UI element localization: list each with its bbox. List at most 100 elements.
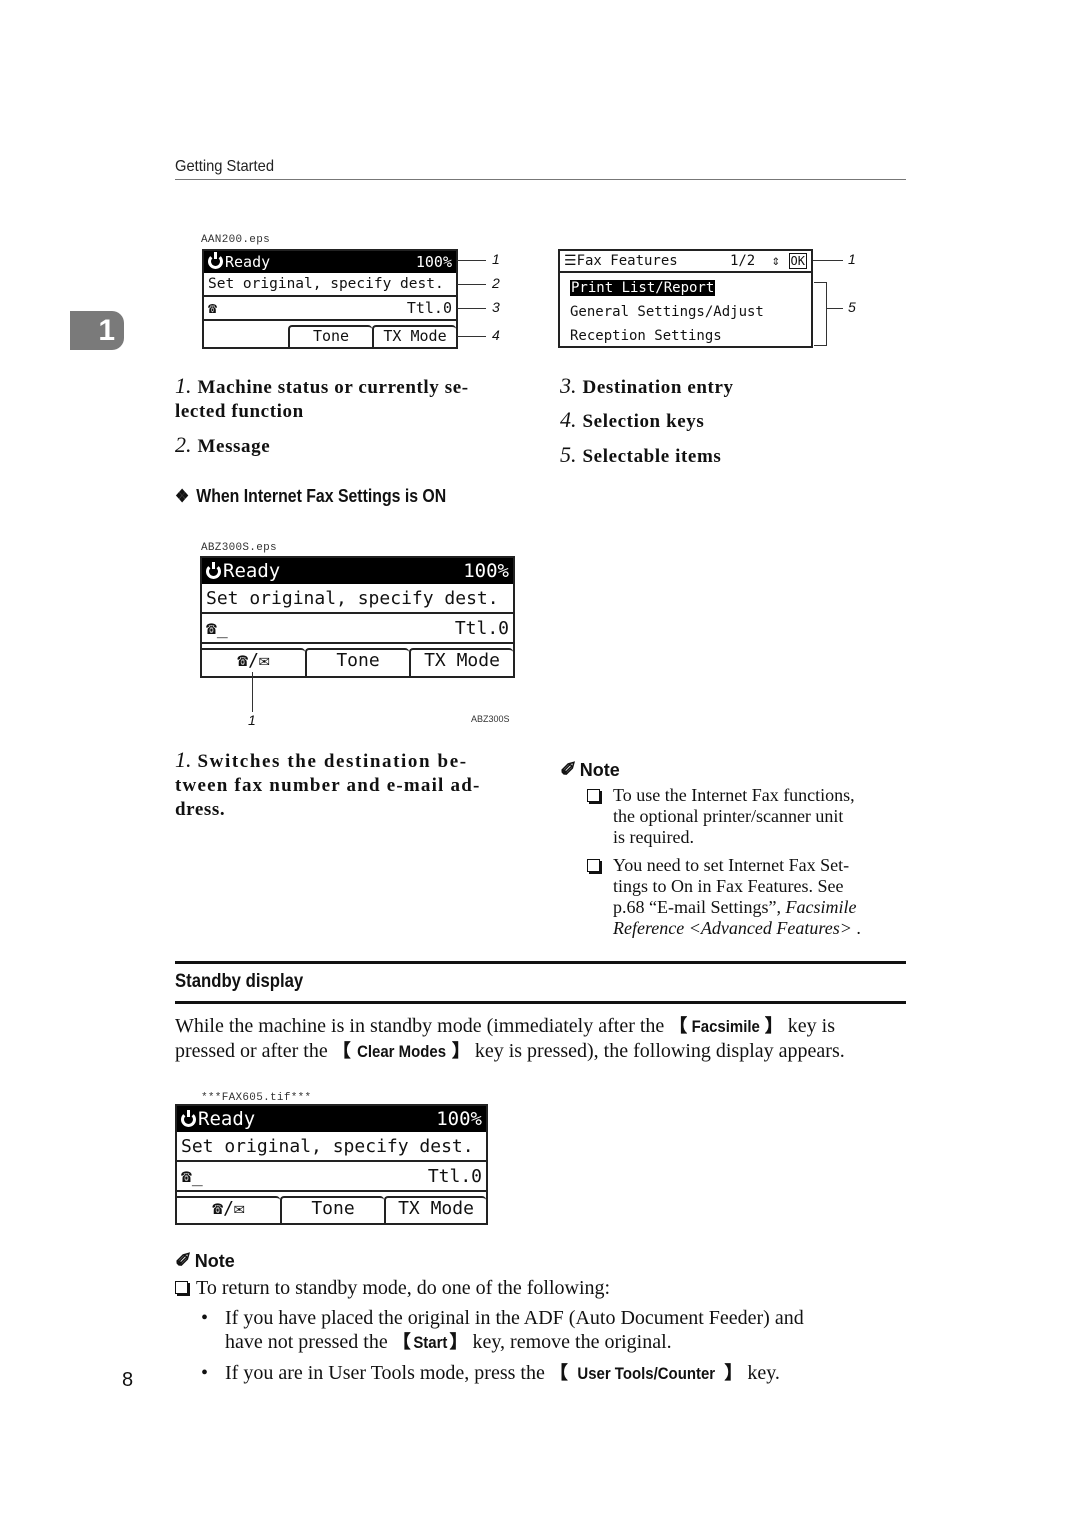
destination-row: ☎_ Ttl.0 xyxy=(202,614,513,644)
status-label: Ready xyxy=(208,252,270,271)
note-item: You need to set Internet Fax Set- tings … xyxy=(587,855,907,939)
selection-key-tx-mode[interactable]: TX Mode xyxy=(384,1196,486,1223)
callout-leader xyxy=(252,672,253,712)
lcd-display-standby: Ready 100% Set original, specify dest. ☎… xyxy=(175,1104,488,1225)
key-clear-modes: Clear Modes xyxy=(356,1042,446,1061)
destination-row: ☎ Ttl.0 xyxy=(204,297,456,321)
bullet-item: • If you are in User Tools mode, press th… xyxy=(201,1362,780,1384)
callout-number: 2 xyxy=(492,275,500,291)
header-rule xyxy=(175,179,906,180)
callout-number: 3 xyxy=(492,299,500,315)
callout-leader xyxy=(457,336,486,337)
destination-entry[interactable]: ☎_ xyxy=(206,618,228,639)
menu-controls: 1/2 ⇕ OK xyxy=(730,253,807,269)
selection-keys: Tone TX Mode xyxy=(204,321,456,347)
figure-id: ABZ300S xyxy=(471,714,510,724)
callout-leader xyxy=(457,260,486,261)
message-row: Set original, specify dest. xyxy=(177,1132,486,1162)
key-start: Start xyxy=(413,1333,448,1352)
lcd-display-internet-fax: Ready 100% Set original, specify dest. ☎… xyxy=(200,556,515,678)
menu-item[interactable]: Print List/Report xyxy=(570,276,801,300)
bullet-item: • If you have placed the original in the … xyxy=(201,1307,804,1353)
selection-key-tx-mode[interactable]: TX Mode xyxy=(372,325,456,347)
callout-bracket xyxy=(814,282,827,346)
diamond-bullet-icon: ❖ xyxy=(175,486,190,506)
legend-item-5: 5. Selectable items xyxy=(560,442,722,468)
message-row: Set original, specify dest. xyxy=(204,273,456,297)
menu-items: Print List/Report General Settings/Adjus… xyxy=(560,273,811,351)
ready-icon xyxy=(206,562,221,579)
note-heading: ✐ Note xyxy=(175,1250,235,1272)
lcd-display-basic: Ready 100% Set original, specify dest. ☎… xyxy=(202,249,458,349)
scroll-arrows-icon[interactable]: ⇕ xyxy=(772,253,780,269)
legend-item-4: 4. Selection keys xyxy=(560,407,705,433)
zoom-value: 100% xyxy=(463,560,509,582)
menu-item[interactable]: Reception Settings xyxy=(570,324,801,348)
note-intro: To return to standby mode, do one of the… xyxy=(175,1276,610,1300)
selection-key-1[interactable] xyxy=(204,325,288,347)
figure-file-label: ***FAX605.tif*** xyxy=(201,1092,312,1104)
total-count: Ttl.0 xyxy=(454,617,509,639)
status-bar: Ready 100% xyxy=(204,251,456,273)
standby-paragraph: While the machine is in standby mode (im… xyxy=(175,1015,845,1062)
fax-email-toggle-key[interactable]: ☎/✉ xyxy=(202,648,305,676)
note-heading: ✐ Note xyxy=(560,759,620,781)
selection-key-tone[interactable]: Tone xyxy=(305,648,409,676)
callout-leader xyxy=(813,260,843,261)
menu-title-bar: ☰Fax Features 1/2 ⇕ OK xyxy=(560,251,811,273)
page-indicator: 1/2 xyxy=(729,253,756,269)
selection-key-tone[interactable]: Tone xyxy=(288,325,372,347)
message-text: Set original, specify dest. xyxy=(206,587,499,609)
selection-key-tx-mode[interactable]: TX Mode xyxy=(409,648,513,676)
status-bar: Ready 100% xyxy=(177,1106,486,1132)
selection-keys: ☎/✉ Tone TX Mode xyxy=(177,1192,486,1223)
zoom-value: 100% xyxy=(415,253,452,271)
key-user-tools-counter: User Tools/Counter xyxy=(577,1364,715,1383)
figure-file-label: ABZ300S.eps xyxy=(201,542,277,554)
fax-email-toggle-key[interactable]: ☎/✉ xyxy=(177,1196,280,1223)
telephone-icon: ☎ xyxy=(208,299,218,317)
bullet-icon: • xyxy=(201,1362,209,1384)
checkbox-bullet-icon xyxy=(175,1281,188,1294)
menu-item[interactable]: General Settings/Adjust xyxy=(570,300,801,324)
selection-keys: ☎/✉ Tone TX Mode xyxy=(202,644,513,676)
destination-row: ☎_ Ttl.0 xyxy=(177,1162,486,1192)
callout-number: 1 xyxy=(848,251,856,267)
lcd-display-menu: ☰Fax Features 1/2 ⇕ OK Print List/Report… xyxy=(558,249,813,348)
total-count: Ttl.0 xyxy=(427,1165,482,1187)
callout-number: 4 xyxy=(492,327,500,343)
legend-item-1: 1. Machine status or currently se- lected… xyxy=(175,373,469,423)
status-label: Ready xyxy=(206,560,280,582)
legend-item-switch: 1. Switches the destination be- tween fax… xyxy=(175,747,481,821)
cross-reference[interactable]: p.68 “E-mail Settings”, Facsimile xyxy=(613,897,907,918)
zoom-value: 100% xyxy=(436,1108,482,1130)
callout-number: 1 xyxy=(492,251,500,267)
selection-key-tone[interactable]: Tone xyxy=(280,1196,384,1223)
ready-icon xyxy=(208,252,223,269)
legend-item-3: 3. Destination entry xyxy=(560,373,734,399)
pencil-icon: ✐ xyxy=(560,759,577,781)
callout-leader xyxy=(827,308,843,309)
running-head: Getting Started xyxy=(175,158,275,175)
destination-entry[interactable]: ☎_ xyxy=(181,1166,203,1187)
pencil-icon: ✐ xyxy=(175,1250,192,1272)
callout-number: 5 xyxy=(848,299,856,315)
section-rule-bottom xyxy=(175,1001,906,1004)
status-bar: Ready 100% xyxy=(202,558,513,584)
section-title: Standby display xyxy=(175,971,304,992)
note-item: To use the Internet Fax functions, the o… xyxy=(587,785,907,848)
menu-title: ☰Fax Features xyxy=(564,253,678,269)
status-label: Ready xyxy=(181,1108,255,1130)
subsection-heading: ❖ When Internet Fax Settings is ON xyxy=(175,486,447,506)
key-facsimile: Facsimile xyxy=(691,1017,761,1036)
section-rule-top xyxy=(175,961,906,964)
ok-button[interactable]: OK xyxy=(788,253,807,269)
checkbox-bullet-icon xyxy=(587,859,600,872)
checkbox-bullet-icon xyxy=(587,789,600,802)
cross-reference-cont[interactable]: Reference <Advanced Features> . xyxy=(613,918,907,939)
callout-leader xyxy=(457,284,486,285)
legend-item-2: 2. Message xyxy=(175,432,271,458)
callout-number: 1 xyxy=(248,712,256,728)
message-text: Set original, specify dest. xyxy=(181,1135,474,1157)
chapter-tab: 1 xyxy=(70,311,124,350)
